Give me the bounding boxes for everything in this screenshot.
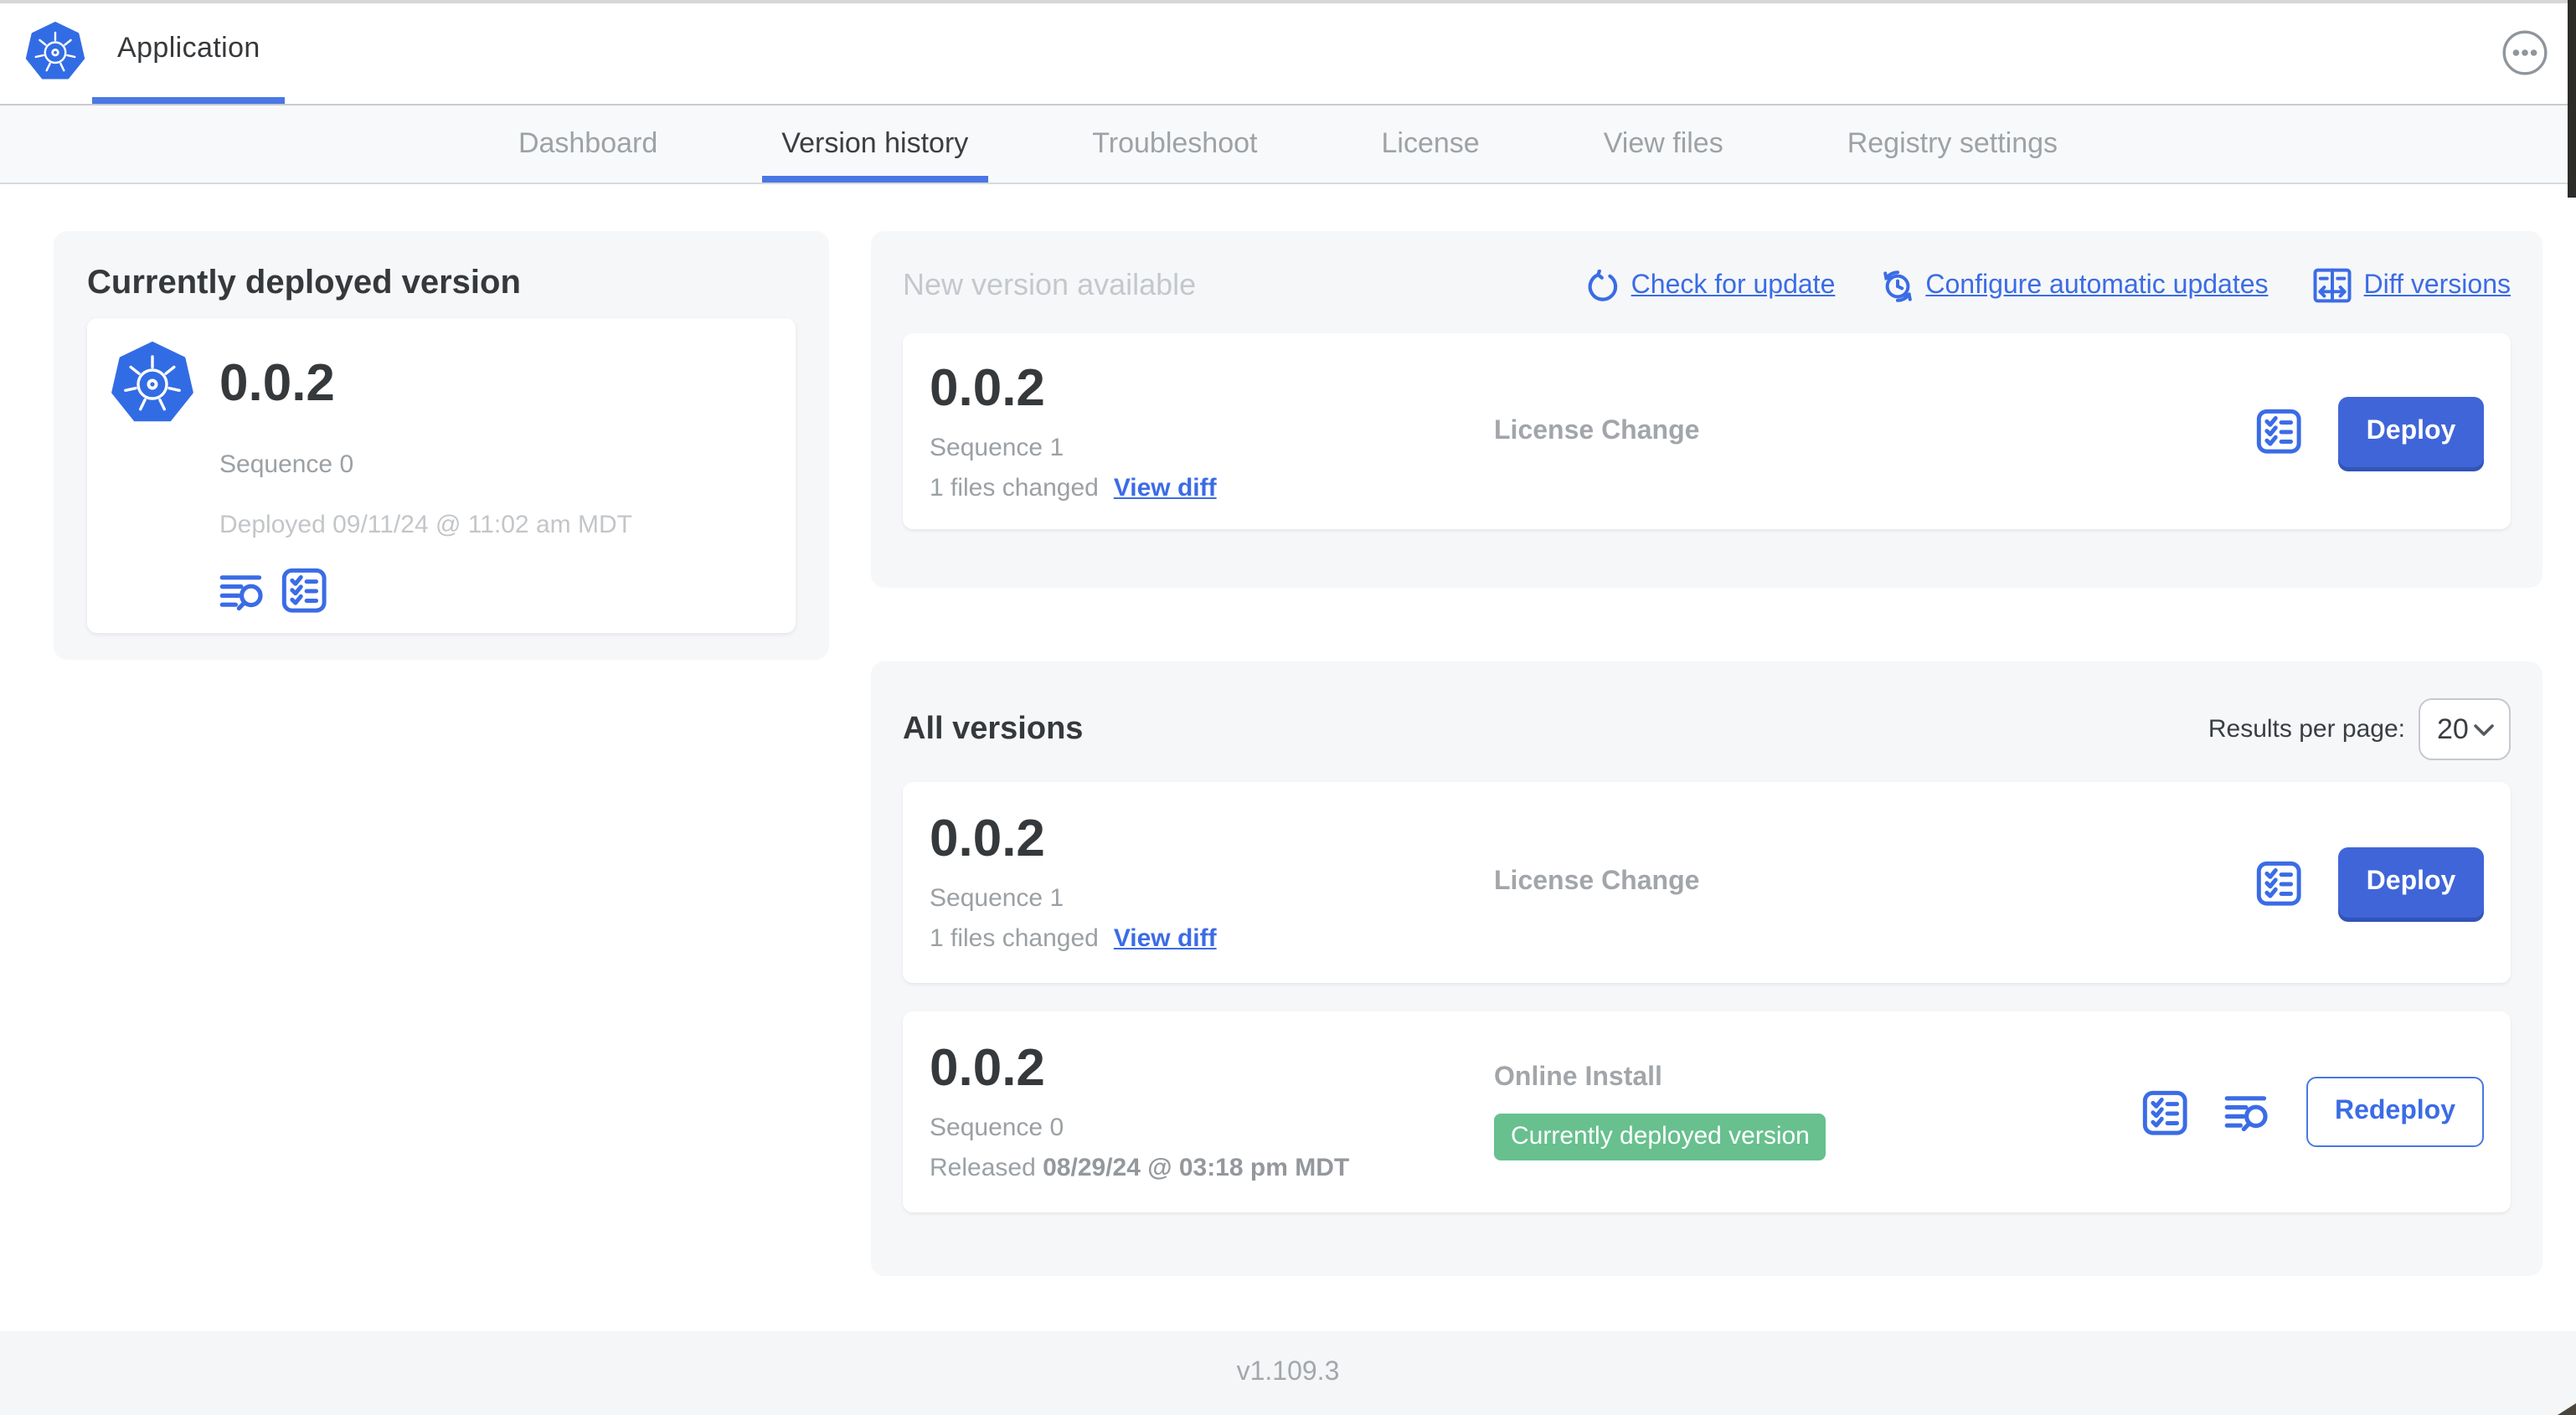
version-sequence: Sequence 1 [930,433,1064,461]
top-bar: Application [0,0,2576,104]
currently-deployed-panel: Currently deployed version 0.0.2 Sequenc… [54,231,829,660]
released-label: Released [930,1154,1036,1182]
diff-versions-link[interactable]: Diff versions [2314,268,2511,303]
redeploy-button[interactable]: Redeploy [2306,1077,2484,1147]
configure-automatic-updates-link[interactable]: Configure automatic updates [1880,269,2269,302]
scrollbar-fragment-top [2568,0,2576,198]
section-tab-bar: Dashboard Version history Troubleshoot L… [0,104,2576,184]
tab-troubleshoot[interactable]: Troubleshoot [1030,105,1319,183]
view-diff-link[interactable]: View diff [1114,473,1217,502]
refresh-icon [1586,269,1620,302]
results-per-page-label: Results per page: [2208,715,2405,744]
new-version-row: 0.0.2 Sequence 1 1 files changed View di… [903,333,2511,529]
all-versions-panel: All versions Results per page: 20 0.0.2 … [871,661,2543,1276]
preflight-checks-button[interactable] [2256,409,2301,454]
logs-icon [219,569,265,612]
chevron-down-icon [2474,723,2494,735]
deployed-version-card: 0.0.2 Sequence 0 Deployed 09/11/24 @ 11:… [87,318,796,633]
version-number: 0.0.2 [930,809,1045,867]
version-source: License Change [1494,416,1700,445]
files-changed-label: 1 files changed [930,924,1099,953]
version-number: 0.0.2 [930,358,1045,416]
tab-license[interactable]: License [1320,105,1542,183]
version-source: License Change [1494,867,1700,896]
logs-icon [2224,1090,2269,1134]
preflight-checks-button[interactable] [2256,860,2301,905]
deployed-sequence: Sequence 0 [219,450,354,479]
new-version-title: New version available [903,268,1197,301]
results-per-page-select[interactable]: 20 [2419,698,2511,760]
version-sequence: Sequence 1 [930,884,1064,913]
tab-dashboard[interactable]: Dashboard [456,105,719,183]
deploy-logs-button[interactable] [2224,1089,2269,1135]
version-row-sequence-0: 0.0.2 Sequence 0 Released 08/29/24 @ 03:… [903,1011,2511,1212]
app-name: Application [117,32,260,64]
released-timestamp: 08/29/24 @ 03:18 pm MDT [1043,1154,1350,1182]
currently-deployed-title: Currently deployed version [87,265,521,301]
checklist-icon [2256,409,2301,454]
checklist-icon [2256,860,2301,905]
version-number: 0.0.2 [930,1038,1045,1097]
version-row-sequence-1: 0.0.2 Sequence 1 1 files changed View di… [903,782,2511,983]
version-source: Online Install [1494,1063,1662,1092]
tab-version-history[interactable]: Version history [719,105,1030,183]
tab-registry-settings[interactable]: Registry settings [1785,105,2120,183]
schedule-icon [1883,270,1912,301]
view-diff-link[interactable]: View diff [1114,924,1217,953]
all-versions-title: All versions [903,711,1084,746]
deployed-timestamp: Deployed 09/11/24 @ 11:02 am MDT [219,511,632,539]
deploy-button[interactable]: Deploy [2338,396,2484,466]
diff-icon [2314,268,2352,303]
more-options-button[interactable] [2502,29,2548,75]
update-links: Check for update Configure automatic upd… [1586,268,2511,303]
preflight-checks-button[interactable] [2142,1089,2187,1135]
deploy-button[interactable]: Deploy [2338,847,2484,918]
checklist-icon [2142,1089,2187,1135]
footer: v1.109.3 [0,1331,2576,1415]
currently-deployed-badge: Currently deployed version [1494,1114,1826,1160]
checklist-icon [281,568,327,613]
version-sequence: Sequence 0 [930,1114,1064,1142]
app-logo-icon [111,342,194,425]
window-top-edge [0,0,2576,3]
new-version-panel: New version available Check for update C… [871,231,2543,588]
deployed-version-number: 0.0.2 [219,353,335,412]
preflight-checks-button[interactable] [281,568,327,613]
ellipsis-icon [2502,29,2548,75]
deploy-logs-button[interactable] [219,568,265,613]
kubernetes-logo-icon [25,22,85,82]
app-nav-tab[interactable]: Application [92,0,286,104]
tab-view-files[interactable]: View files [1542,105,1785,183]
admin-console-screen: Application Dashboard Version history Tr… [0,0,2576,1415]
console-version: v1.109.3 [1236,1358,1340,1387]
check-for-update-link[interactable]: Check for update [1586,269,1835,302]
files-changed-label: 1 files changed [930,473,1099,502]
